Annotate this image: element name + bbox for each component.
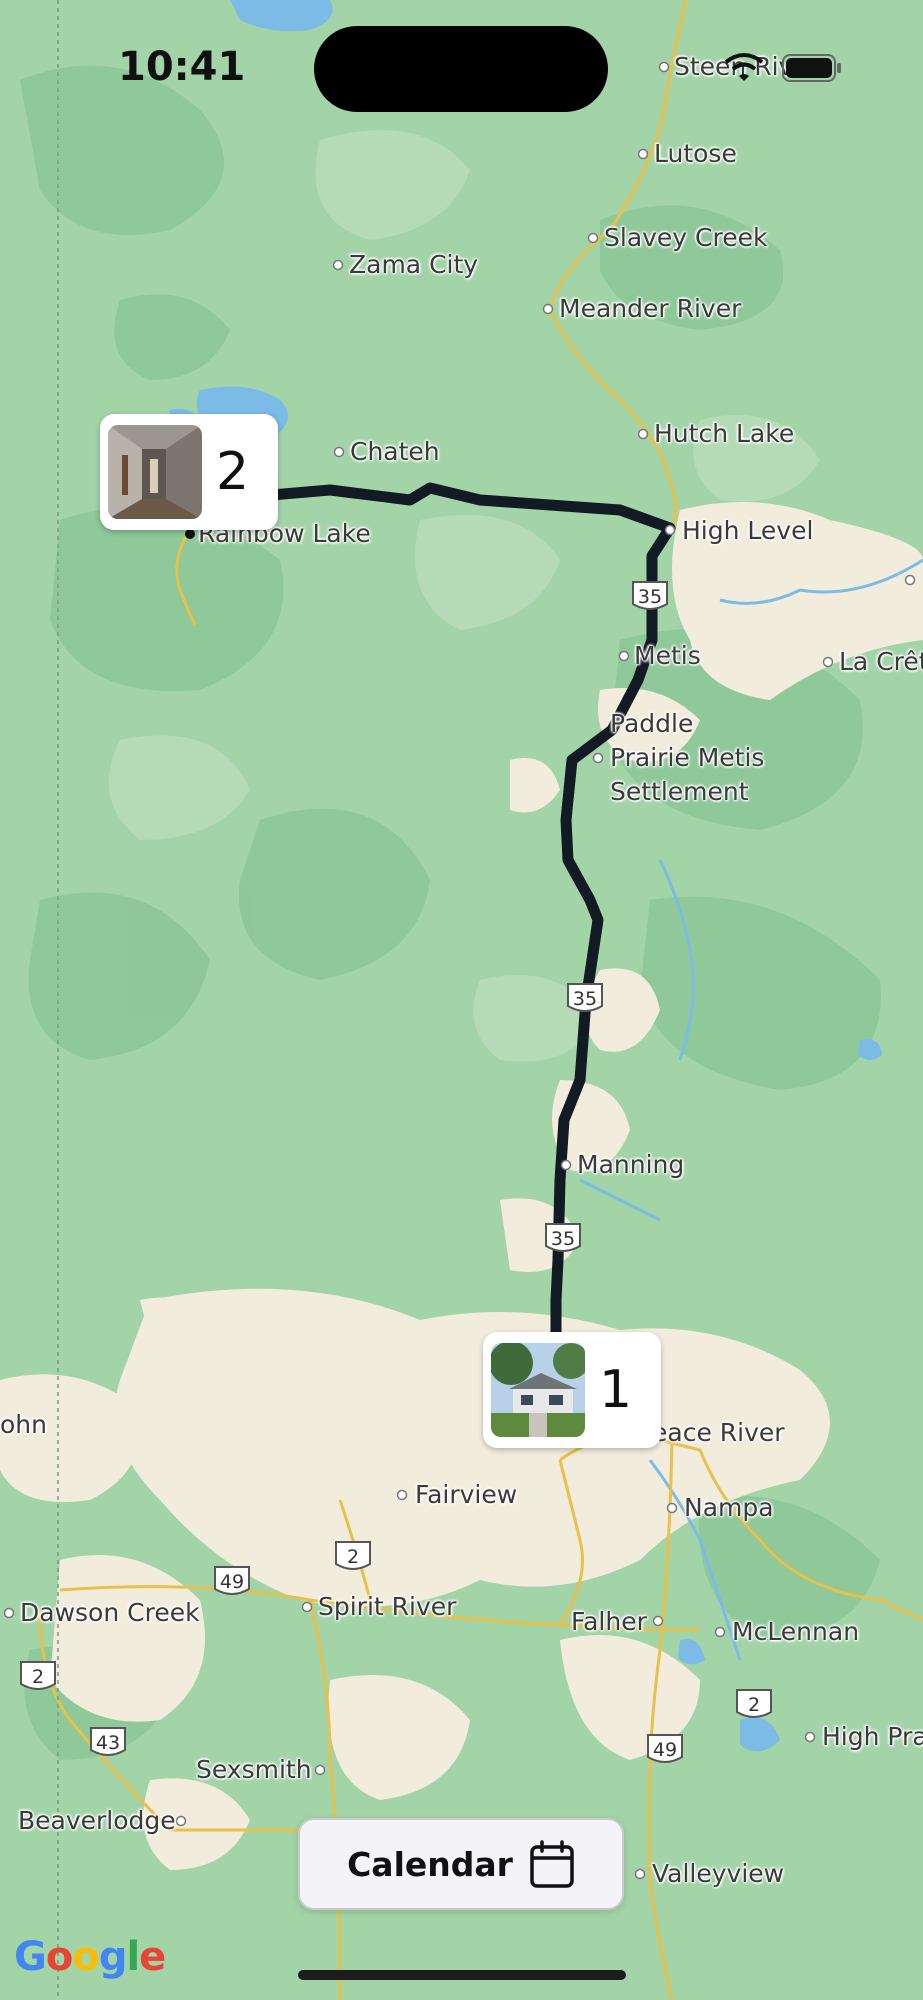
status-bar-time: 10:41 (118, 44, 246, 90)
place-label-hutch-lake: Hutch Lake (654, 419, 795, 448)
calendar-button-label: Calendar (347, 1844, 513, 1884)
place-label-meander-river: Meander River (559, 294, 742, 323)
place-label-la-crete: La Crêt (839, 647, 923, 676)
place-label-paddle: Paddle (610, 709, 694, 738)
place-label-metis: Metis (634, 641, 701, 670)
highway-shield: 2 (734, 1688, 774, 1722)
map-marker-stop-1[interactable]: 1 (483, 1332, 661, 1448)
place-label-dawson-creek: Dawson Creek (20, 1598, 200, 1627)
house-photo-thumbnail (491, 1343, 585, 1437)
wifi-icon (724, 52, 764, 82)
home-indicator[interactable] (298, 1970, 626, 1980)
map-marker-stop-2[interactable]: 2 (100, 414, 278, 530)
highway-shield: 2 (18, 1660, 58, 1694)
google-logo: Google (14, 1934, 166, 1980)
hallway-photo-thumbnail (108, 425, 202, 519)
place-label-lutose: Lutose (654, 139, 737, 168)
map-canvas[interactable] (0, 0, 923, 2000)
place-label-zama-city: Zama City (349, 250, 479, 279)
place-label-fairview: Fairview (415, 1480, 518, 1509)
place-label-spirit-river: Spirit River (318, 1592, 457, 1621)
highway-shield: 35 (565, 982, 605, 1016)
highway-shield: 49 (212, 1565, 252, 1599)
highway-shield: 2 (333, 1540, 373, 1574)
place-label-sexsmith: Sexsmith (196, 1755, 312, 1784)
place-label-slavey-creek: Slavey Creek (604, 223, 768, 252)
place-label-mclennan: McLennan (732, 1617, 860, 1646)
place-label-valleyview: Valleyview (652, 1859, 785, 1888)
place-label-high-prairie: High Pra (822, 1722, 923, 1751)
dynamic-island (314, 26, 608, 112)
place-label-john: ohn (0, 1410, 47, 1439)
battery-icon (782, 54, 842, 82)
place-label-high-level: High Level (682, 516, 814, 545)
highway-shield: 43 (88, 1726, 128, 1760)
place-label-falher: Falher (571, 1607, 647, 1636)
highway-shield: 49 (645, 1733, 685, 1767)
calendar-button[interactable]: Calendar (298, 1818, 624, 1910)
marker-number: 2 (216, 442, 250, 502)
highway-shield: 35 (543, 1222, 583, 1256)
place-label-nampa: Nampa (684, 1493, 774, 1522)
highway-shield: 35 (630, 580, 670, 614)
marker-number: 1 (599, 1360, 633, 1420)
place-label-prairie-metis: Prairie Metis (610, 743, 765, 772)
place-label-peace-river: eace River (652, 1418, 785, 1447)
place-label-manning: Manning (577, 1150, 685, 1179)
calendar-icon (529, 1839, 575, 1889)
place-label-settlement: Settlement (610, 777, 749, 806)
place-label-beaverlodge: Beaverlodge (18, 1806, 176, 1835)
place-label-chateh: Chateh (350, 437, 440, 466)
